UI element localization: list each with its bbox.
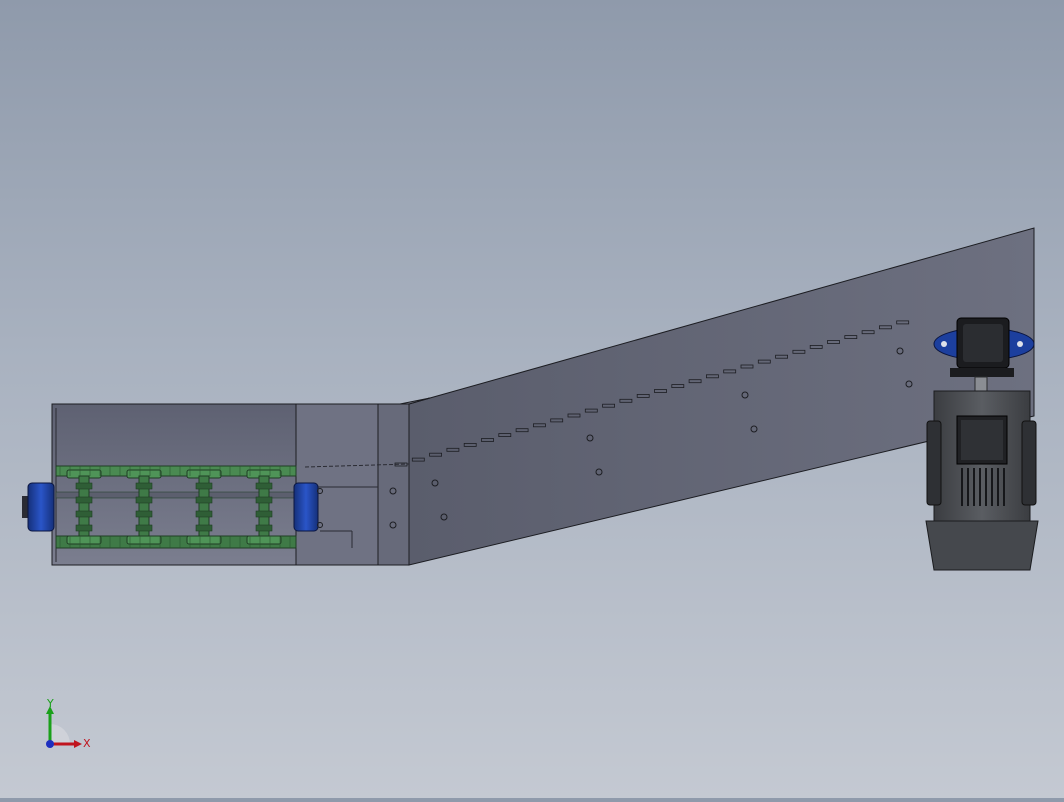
motor-shaft [974, 376, 988, 392]
conveyor-model[interactable] [0, 0, 1064, 798]
sprocket-body [27, 482, 55, 532]
chain-pin [195, 496, 213, 504]
chain-pin [75, 482, 93, 490]
inclined-section[interactable] [304, 227, 1035, 566]
chain-pin [195, 482, 213, 490]
chain-pin [255, 524, 273, 532]
motor-fan-cover [925, 520, 1039, 571]
axis-triad: Y X [30, 697, 100, 758]
motor-fin-left [926, 420, 942, 506]
chain-pin [255, 510, 273, 518]
chain-pin [75, 496, 93, 504]
chain-pin [135, 510, 153, 518]
triad-shade [50, 724, 70, 744]
chain-pin [135, 482, 153, 490]
gearbox-base [950, 368, 1014, 377]
z-axis-dot [46, 740, 54, 748]
chain-pin [255, 482, 273, 490]
frame-flange [377, 403, 410, 566]
chain-pin [75, 524, 93, 532]
chain-pin [195, 510, 213, 518]
terminal-box-lid [961, 420, 1003, 460]
sprocket-body [293, 482, 319, 532]
motor-fin-right [1021, 420, 1037, 506]
cad-viewport[interactable]: Y X [0, 0, 1064, 798]
flange-bolt [1017, 341, 1023, 347]
chain-link-cap [66, 535, 102, 545]
chain-link-cap [246, 535, 282, 545]
drive-sprocket-right[interactable] [293, 482, 323, 532]
chain-pin [135, 496, 153, 504]
x-axis-label: X [83, 737, 91, 750]
chain-pin [195, 524, 213, 532]
chain-link-cap [126, 535, 162, 545]
chain-pin [135, 524, 153, 532]
x-axis-arrowhead [74, 740, 82, 748]
drive-sprocket-left[interactable] [22, 482, 55, 532]
chain-link-cap [186, 535, 222, 545]
flange-bolt [941, 341, 947, 347]
chain-pin [255, 496, 273, 504]
chain-pin [75, 510, 93, 518]
y-axis-label: Y [46, 698, 54, 710]
gearbox-face [963, 324, 1003, 362]
